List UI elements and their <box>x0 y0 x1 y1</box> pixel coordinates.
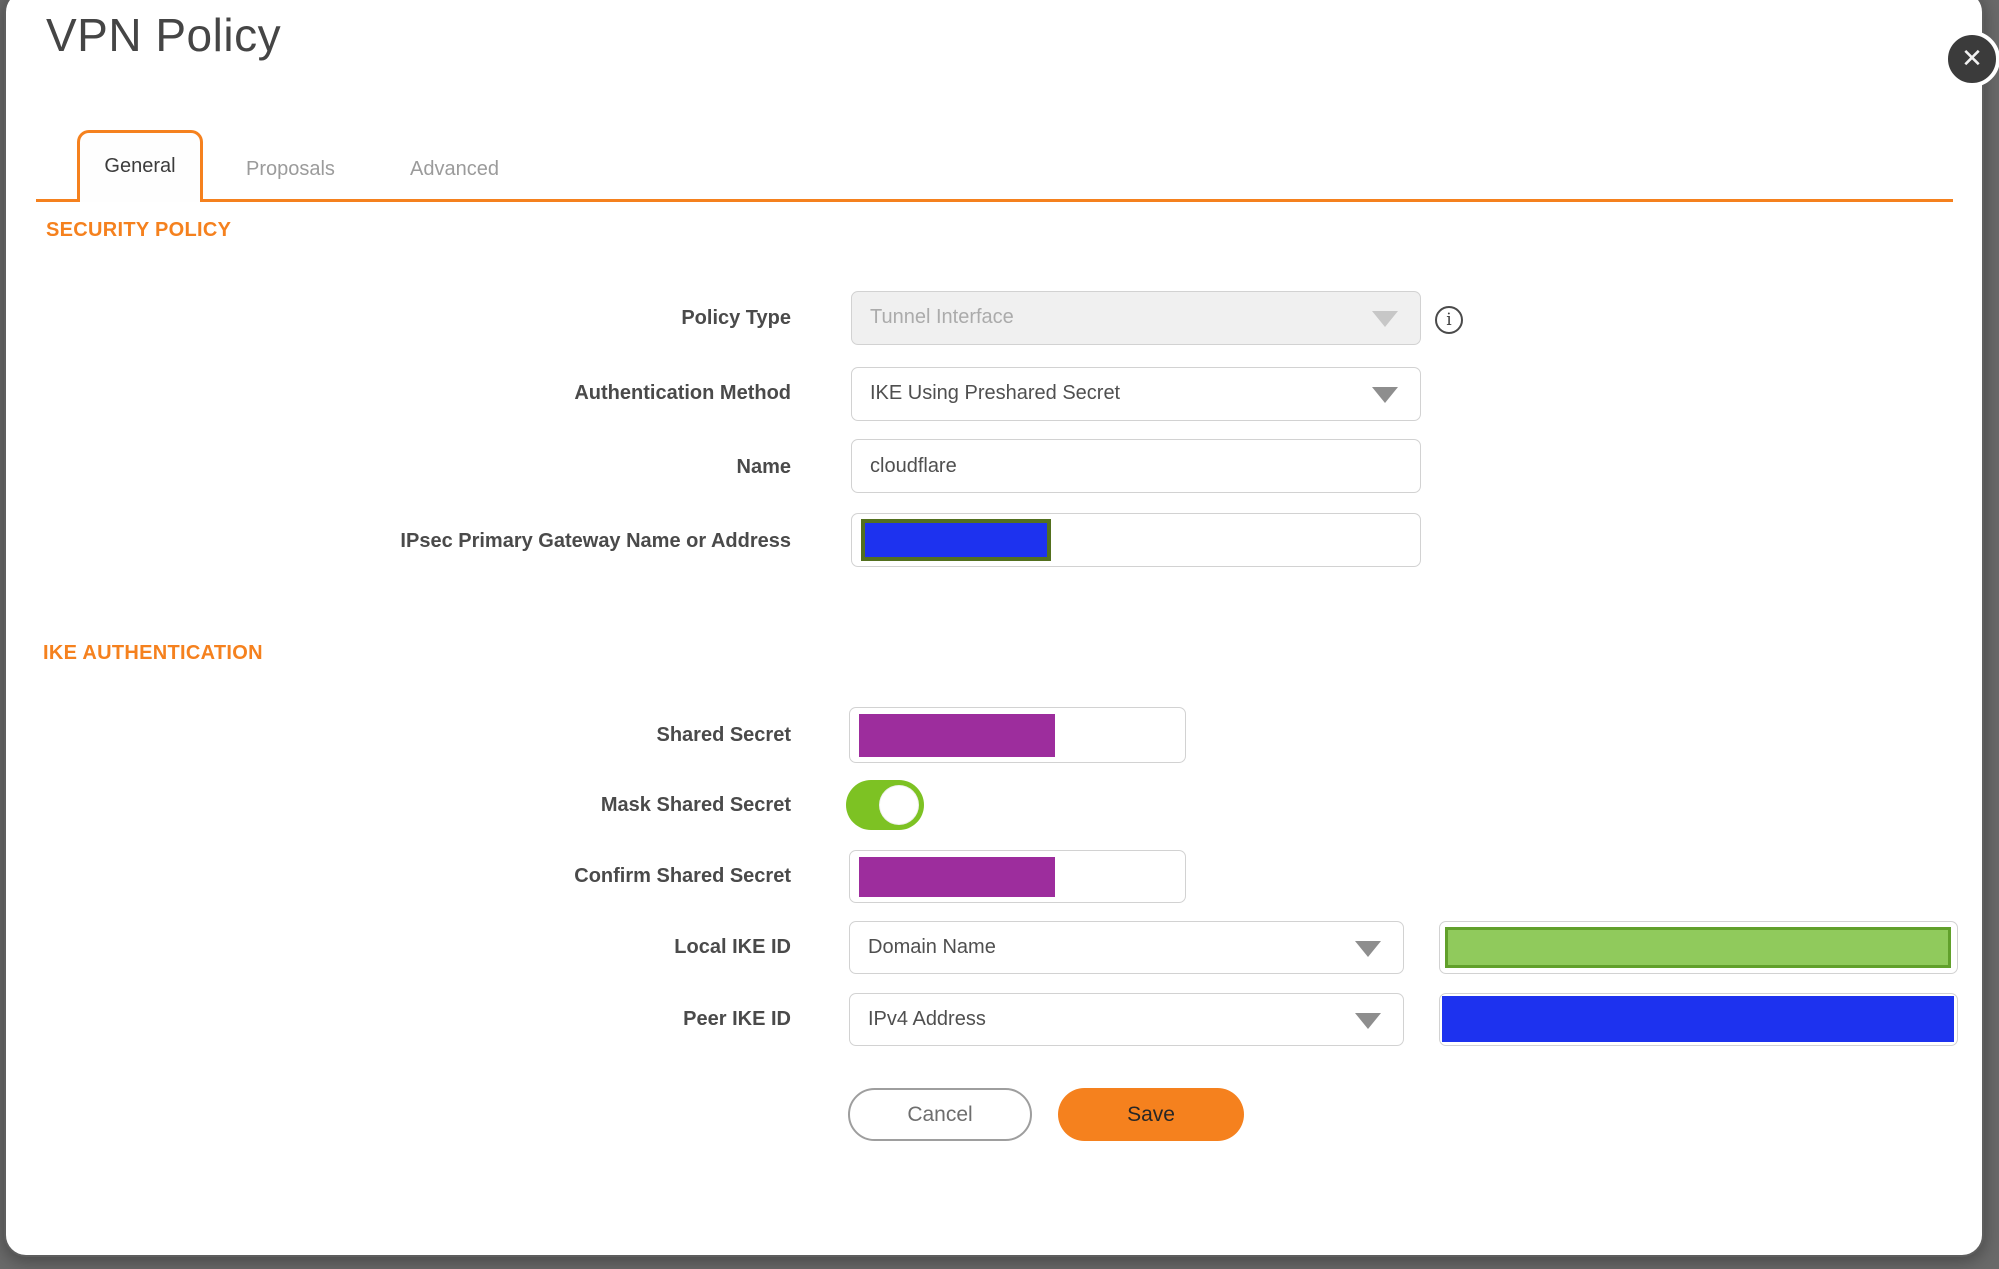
name-input[interactable] <box>851 439 1421 493</box>
gateway-label: IPsec Primary Gateway Name or Address <box>400 530 791 552</box>
tab-proposals[interactable]: Proposals <box>246 152 338 186</box>
local-ike-id-label: Local IKE ID <box>674 936 791 958</box>
confirm-shared-secret-label: Confirm Shared Secret <box>574 865 791 887</box>
tab-underline <box>36 199 1953 202</box>
local-ike-id-select[interactable]: Domain Name <box>849 921 1404 974</box>
chevron-down-icon <box>1372 311 1398 327</box>
peer-ike-id-redacted-value-overlay <box>1442 996 1954 1042</box>
shared-secret-redacted-value-overlay <box>859 714 1055 757</box>
close-button[interactable]: ✕ <box>1944 31 1999 87</box>
shared-secret-label: Shared Secret <box>656 724 791 746</box>
peer-ike-id-label: Peer IKE ID <box>683 1008 791 1030</box>
page-title: VPN Policy <box>46 9 282 61</box>
policy-type-select[interactable]: Tunnel Interface <box>851 291 1421 345</box>
save-button[interactable]: Save <box>1058 1088 1244 1141</box>
confirm-shared-secret-redacted-value-overlay <box>859 857 1055 897</box>
peer-ike-id-select[interactable]: IPv4 Address <box>849 993 1404 1046</box>
chevron-down-icon <box>1355 941 1381 957</box>
info-icon[interactable]: i <box>1435 306 1463 334</box>
toggle-knob <box>879 785 919 825</box>
name-label: Name <box>736 456 791 478</box>
mask-shared-secret-label: Mask Shared Secret <box>600 794 791 816</box>
chevron-down-icon <box>1355 1013 1381 1029</box>
security-policy-heading: SECURITY POLICY <box>46 219 232 241</box>
close-icon: ✕ <box>1961 43 1983 73</box>
peer-ike-id-type-value: IPv4 Address <box>868 1008 986 1030</box>
local-ike-id-redacted-value-overlay <box>1445 927 1951 968</box>
mask-shared-secret-toggle[interactable] <box>846 780 924 830</box>
auth-method-label: Authentication Method <box>574 382 791 404</box>
auth-method-value: IKE Using Preshared Secret <box>870 382 1121 404</box>
local-ike-id-type-value: Domain Name <box>868 936 996 958</box>
vpn-policy-dialog: VPN Policy General Proposals Advanced SE… <box>4 0 1984 1257</box>
policy-type-label: Policy Type <box>681 307 791 329</box>
gateway-redacted-value-overlay <box>861 519 1051 561</box>
ike-authentication-heading: IKE AUTHENTICATION <box>43 642 263 664</box>
chevron-down-icon <box>1372 387 1398 403</box>
policy-type-value: Tunnel Interface <box>870 306 1014 328</box>
cancel-button[interactable]: Cancel <box>848 1088 1032 1141</box>
tab-advanced[interactable]: Advanced <box>410 152 499 186</box>
tab-general[interactable]: General <box>77 130 203 202</box>
auth-method-select[interactable]: IKE Using Preshared Secret <box>851 367 1421 421</box>
